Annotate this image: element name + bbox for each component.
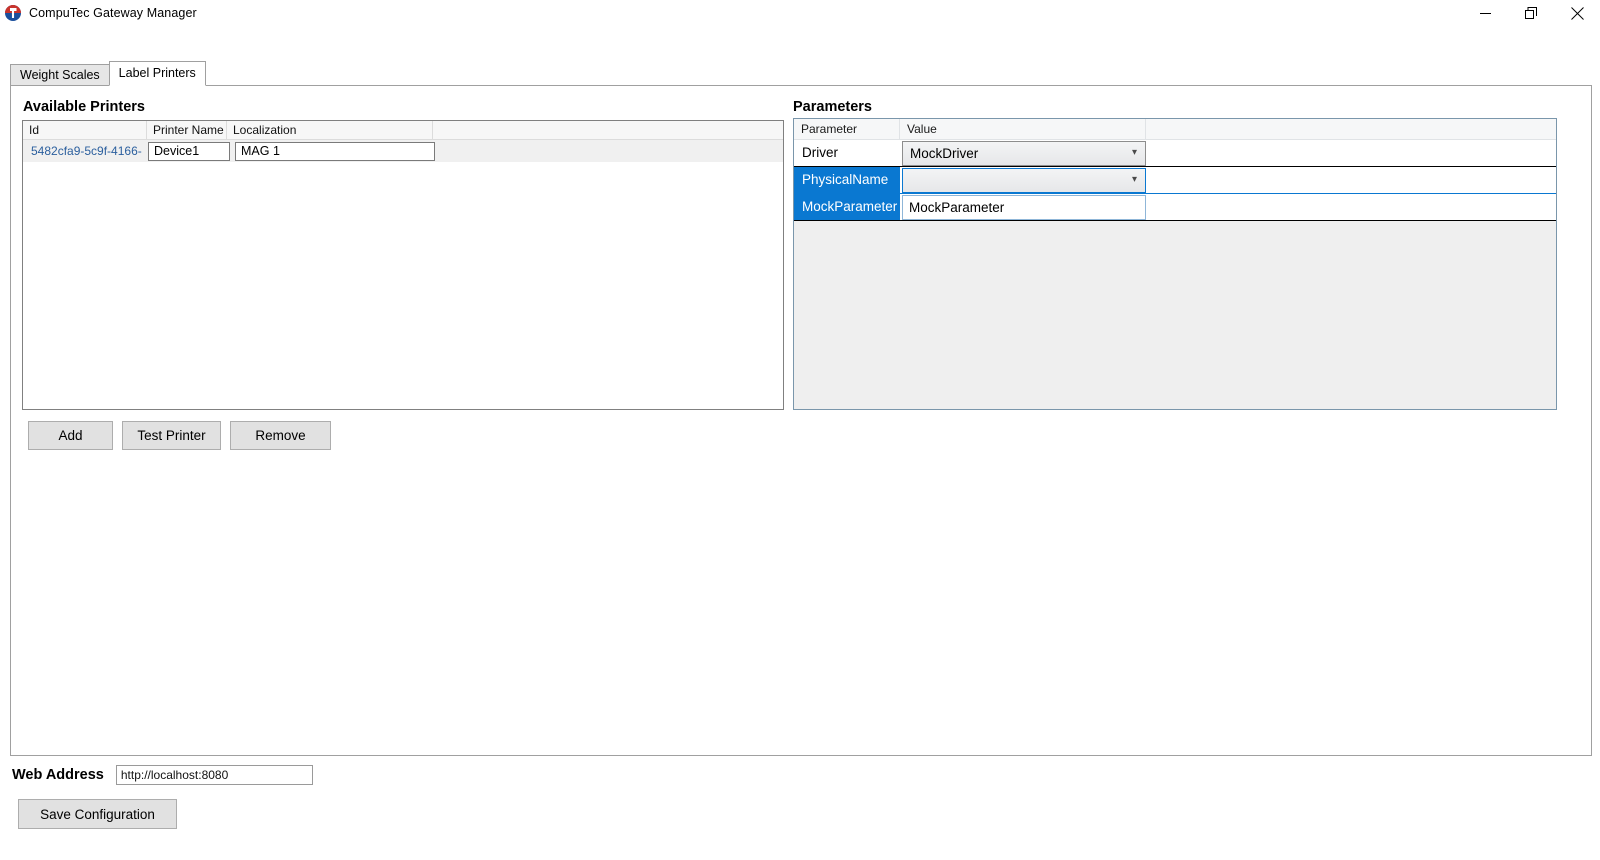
parameter-value-mockparameter-cell[interactable]: MockParameter bbox=[900, 194, 1146, 220]
close-icon[interactable] bbox=[1554, 0, 1600, 26]
printer-localization-input[interactable]: MAG 1 bbox=[235, 141, 435, 161]
parameters-column-value[interactable]: Value bbox=[900, 119, 1146, 140]
app-logo-icon bbox=[5, 5, 21, 21]
parameter-value-physicalname-cell[interactable]: ▾ bbox=[900, 167, 1146, 193]
parameter-row-filler bbox=[1146, 194, 1556, 220]
printers-column-localization[interactable]: Localization bbox=[227, 121, 433, 140]
remove-button[interactable]: Remove bbox=[230, 421, 331, 450]
app-window: CompuTec Gateway Manager Weight Scales L… bbox=[0, 0, 1600, 860]
parameters-column-filler[interactable] bbox=[1146, 119, 1556, 140]
printer-name-input[interactable]: Device1 bbox=[148, 141, 230, 161]
driver-dropdown[interactable]: MockDriver ▾ bbox=[902, 140, 1146, 166]
printer-row-filler bbox=[435, 140, 783, 162]
parameter-row-filler bbox=[1146, 167, 1556, 193]
tab-label-printers[interactable]: Label Printers bbox=[108, 61, 206, 86]
available-printers-heading: Available Printers bbox=[23, 99, 145, 115]
available-printers-list[interactable]: Id Printer Name Localization 5482cfa9-5c… bbox=[22, 120, 784, 410]
add-button[interactable]: Add bbox=[28, 421, 113, 450]
web-address-row: Web Address http://localhost:8080 bbox=[12, 765, 313, 785]
parameter-value-driver-cell[interactable]: MockDriver ▾ bbox=[900, 140, 1146, 166]
printers-header-row: Id Printer Name Localization bbox=[23, 121, 783, 140]
parameter-name-driver[interactable]: Driver bbox=[794, 140, 900, 166]
window-controls bbox=[1462, 0, 1600, 26]
parameters-header-row: Parameter Value bbox=[794, 119, 1556, 140]
printers-column-printer-name[interactable]: Printer Name bbox=[147, 121, 227, 140]
title-bar: CompuTec Gateway Manager bbox=[0, 0, 1600, 26]
web-address-label: Web Address bbox=[12, 767, 104, 783]
printers-column-id[interactable]: Id bbox=[23, 121, 147, 140]
chevron-down-icon: ▾ bbox=[1131, 147, 1137, 158]
mockparameter-input[interactable]: MockParameter bbox=[902, 194, 1146, 220]
web-address-input[interactable]: http://localhost:8080 bbox=[115, 765, 313, 785]
table-row[interactable]: 5482cfa9-5c9f-4166- Device1 MAG 1 bbox=[23, 140, 783, 162]
printer-id-cell[interactable]: 5482cfa9-5c9f-4166- bbox=[23, 140, 147, 162]
table-row[interactable]: MockParameter MockParameter bbox=[794, 194, 1556, 221]
minimize-icon[interactable] bbox=[1462, 0, 1508, 26]
save-configuration-button[interactable]: Save Configuration bbox=[18, 799, 177, 829]
window-title: CompuTec Gateway Manager bbox=[29, 6, 197, 20]
tab-weight-scales[interactable]: Weight Scales bbox=[10, 64, 110, 86]
parameter-name-mockparameter[interactable]: MockParameter bbox=[794, 194, 900, 220]
restore-icon[interactable] bbox=[1508, 0, 1554, 26]
physicalname-dropdown[interactable]: ▾ bbox=[902, 167, 1146, 193]
tab-strip: Weight Scales Label Printers bbox=[10, 61, 206, 86]
test-printer-button[interactable]: Test Printer bbox=[122, 421, 221, 450]
table-row[interactable]: Driver MockDriver ▾ bbox=[794, 140, 1556, 167]
printer-actions: Add Test Printer Remove bbox=[28, 421, 331, 450]
parameters-heading: Parameters bbox=[793, 99, 872, 115]
parameters-column-parameter[interactable]: Parameter bbox=[794, 119, 900, 140]
table-row[interactable]: PhysicalName ▾ bbox=[794, 167, 1556, 194]
chevron-down-icon: ▾ bbox=[1131, 174, 1137, 185]
printers-column-filler[interactable] bbox=[433, 121, 783, 140]
parameters-grid[interactable]: Parameter Value Driver MockDriver ▾ Phys… bbox=[793, 118, 1557, 410]
parameter-name-physicalname[interactable]: PhysicalName bbox=[794, 167, 900, 193]
parameter-row-filler bbox=[1146, 140, 1556, 166]
driver-dropdown-value: MockDriver bbox=[910, 145, 979, 161]
